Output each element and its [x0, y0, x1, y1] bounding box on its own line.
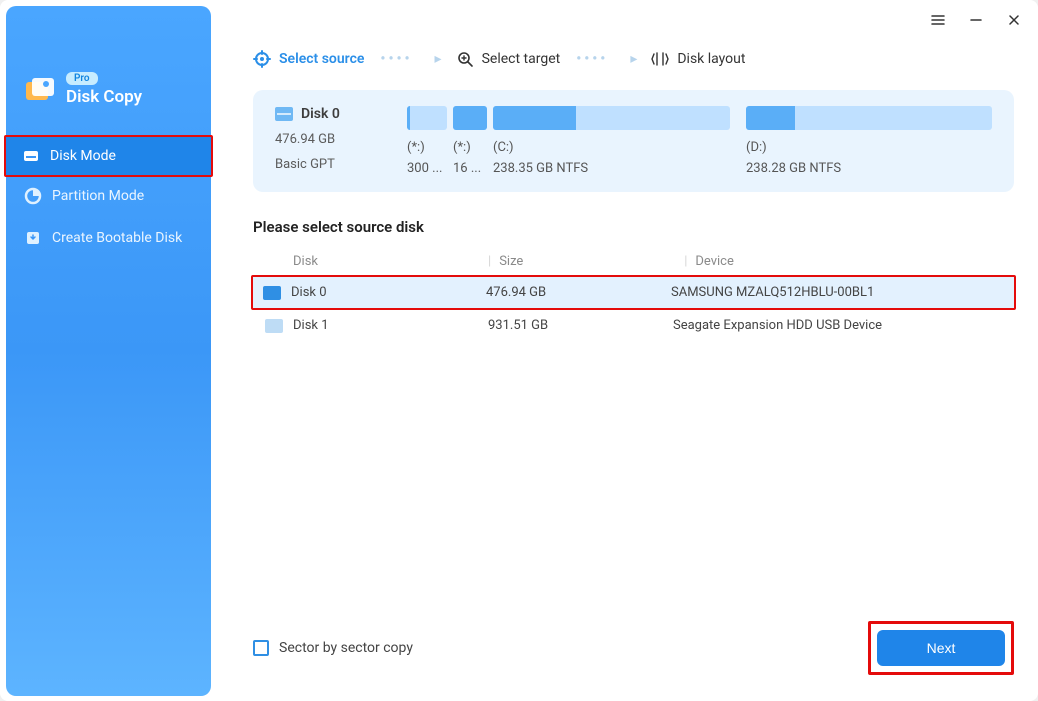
target-icon: [253, 50, 271, 68]
row-disk-name: Disk 1: [293, 318, 329, 333]
next-button-highlight: Next: [868, 621, 1014, 675]
source-disk-table: Disk | Size | Device Disk 0 476.94 GB SA…: [253, 248, 1014, 343]
partition-label: (D:): [746, 140, 992, 155]
row-disk-device: Seagate Expansion HDD USB Device: [673, 318, 998, 333]
sidebar-item-partition-mode[interactable]: Partition Mode: [6, 175, 211, 217]
step-label: Select target: [482, 51, 561, 67]
disk-icon: [263, 286, 281, 300]
partition-detail: 300 ...: [407, 161, 447, 176]
row-disk-device: SAMSUNG MZALQ512HBLU-00BL1: [671, 285, 1000, 300]
overview-disk-size: 476.94 GB: [275, 132, 389, 147]
partition[interactable]: (D:) 238.28 GB NTFS: [746, 106, 992, 176]
partition[interactable]: (*:) 300 ...: [407, 106, 447, 176]
disk-mode-icon: [22, 147, 40, 165]
sector-copy-checkbox[interactable]: Sector by sector copy: [253, 640, 413, 656]
row-disk-name: Disk 0: [291, 285, 327, 300]
chevron-right-icon: ▸: [435, 51, 442, 67]
partition[interactable]: (*:) 16 ...: [453, 106, 487, 176]
table-row[interactable]: Disk 1 931.51 GB Seagate Expansion HDD U…: [253, 308, 1014, 343]
row-disk-size: 931.51 GB: [488, 318, 673, 333]
partition-detail: 238.28 GB NTFS: [746, 161, 992, 176]
overview-disk-name: Disk 0: [301, 106, 340, 122]
col-header-disk: Disk: [293, 254, 488, 269]
sidebar-items: Disk Mode Partition Mode Create Bootable…: [6, 133, 211, 259]
next-button[interactable]: Next: [877, 630, 1005, 666]
app-title: Disk Copy: [66, 87, 142, 107]
row-disk-size: 476.94 GB: [486, 285, 671, 300]
table-header: Disk | Size | Device: [253, 248, 1014, 277]
sidebar-item-label: Disk Mode: [50, 148, 116, 164]
main-content: Select source •••• ▸ Select target •••• …: [211, 0, 1038, 701]
menu-icon[interactable]: [930, 12, 946, 28]
step-select-target[interactable]: Select target: [456, 50, 561, 68]
step-separator: ••••: [380, 51, 412, 67]
section-title: Please select source disk: [253, 218, 1014, 236]
disk-icon: [265, 319, 283, 333]
partition-detail: 238.35 GB NTFS: [493, 161, 730, 176]
layout-icon: [651, 50, 669, 68]
wizard-steps: Select source •••• ▸ Select target •••• …: [253, 50, 1014, 68]
sidebar-item-create-bootable[interactable]: Create Bootable Disk: [6, 217, 211, 259]
step-separator: ••••: [576, 51, 608, 67]
col-header-device: Device: [695, 254, 998, 269]
app-window: Pro Disk Copy Disk Mode Partition Mode: [0, 0, 1038, 701]
close-icon[interactable]: [1006, 12, 1022, 28]
bootable-disk-icon: [24, 229, 42, 247]
partition-mode-icon: [24, 187, 42, 205]
table-row[interactable]: Disk 0 476.94 GB SAMSUNG MZALQ512HBLU-00…: [251, 275, 1016, 310]
edition-badge: Pro: [66, 72, 98, 85]
step-label: Select source: [279, 51, 364, 67]
step-select-source[interactable]: Select source: [253, 50, 364, 68]
footer: Sector by sector copy Next: [253, 621, 1014, 675]
minimize-icon[interactable]: [968, 12, 984, 28]
sidebar-item-label: Partition Mode: [52, 188, 144, 204]
partition-detail: 16 ...: [453, 161, 487, 176]
step-disk-layout[interactable]: Disk layout: [651, 50, 745, 68]
col-header-size: Size: [499, 254, 684, 269]
sidebar-item-disk-mode[interactable]: Disk Mode: [4, 135, 213, 177]
partition-label: (*:): [407, 140, 447, 155]
partition-map: (*:) 300 ... (*:) 16 ... (C:) 238.35 GB …: [407, 106, 992, 176]
disk-overview: Disk 0 476.94 GB Basic GPT (*:) 300 ... …: [253, 90, 1014, 192]
partition-label: (C:): [493, 140, 730, 155]
chevron-right-icon: ▸: [630, 51, 637, 67]
step-label: Disk layout: [677, 51, 745, 67]
overview-disk-layout: Basic GPT: [275, 157, 389, 172]
checkbox-label: Sector by sector copy: [279, 640, 413, 656]
app-logo-icon: [24, 74, 56, 106]
disk-meta: Disk 0 476.94 GB Basic GPT: [275, 106, 389, 172]
app-logo: Pro Disk Copy: [6, 72, 211, 133]
partition-label: (*:): [453, 140, 487, 155]
partition[interactable]: (C:) 238.35 GB NTFS: [493, 106, 730, 176]
disk-icon: [275, 107, 293, 121]
window-controls: [930, 12, 1022, 28]
sidebar-item-label: Create Bootable Disk: [52, 230, 182, 246]
magnify-icon: [456, 50, 474, 68]
checkbox-icon: [253, 640, 269, 656]
sidebar: Pro Disk Copy Disk Mode Partition Mode: [6, 6, 211, 696]
